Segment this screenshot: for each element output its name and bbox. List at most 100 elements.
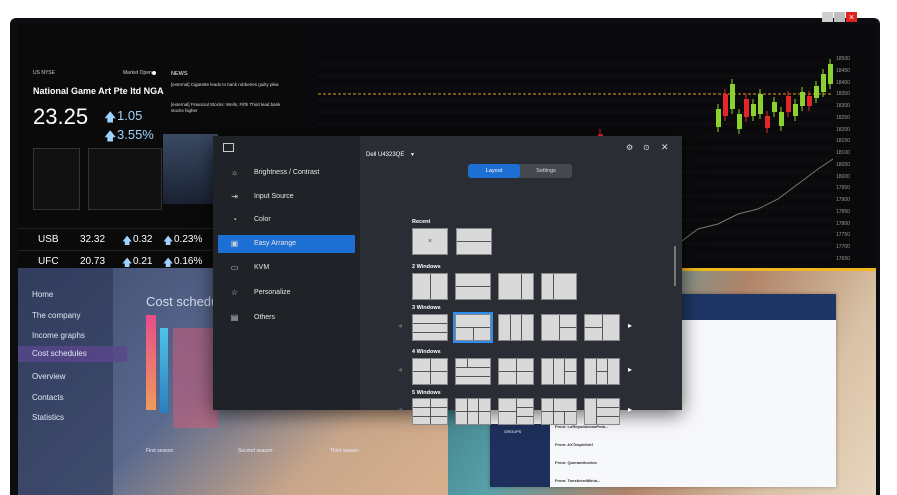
season-label: First season: [146, 448, 174, 454]
layout-tile[interactable]: [541, 358, 577, 385]
price-axis: 18500 18450 18400 18350 18300 18250 18200 18150…: [836, 56, 876, 268]
candle-body: [779, 112, 784, 126]
tile-divider: [516, 416, 533, 417]
page-title: Cost schedul: [146, 294, 222, 309]
message-item[interactable]: From: TonsfuerdMinia...: [555, 478, 600, 483]
axis-tick-label: 18300: [836, 103, 850, 109]
menu-item[interactable]: ▭ KVM: [218, 259, 355, 277]
tab-settings[interactable]: Settings: [520, 164, 572, 178]
tile-divider: [510, 315, 511, 340]
tile-divider: [413, 371, 447, 372]
scrollbar[interactable]: [674, 246, 676, 286]
minimize-icon[interactable]: [822, 12, 833, 22]
menu-item-label: Brightness / Contrast: [254, 169, 320, 176]
company-name: National Game Art Pte ltd NGA: [33, 86, 164, 96]
tile-divider: [473, 327, 474, 340]
news-item[interactable]: [external] Financial Stocks: Wells, Fift…: [171, 102, 291, 114]
layout-tile[interactable]: [412, 398, 448, 425]
layout-tile[interactable]: [584, 398, 620, 425]
layout-tile[interactable]: [541, 398, 577, 425]
trend-line: [677, 158, 834, 245]
tile-divider: [457, 241, 491, 242]
layout-tile[interactable]: [498, 358, 534, 385]
message-item[interactable]: From: Queramthovion: [555, 460, 597, 465]
layout-tile[interactable]: [412, 314, 448, 341]
ticker-change: 0.21: [133, 256, 153, 267]
nav-item[interactable]: Income graphs: [32, 331, 85, 340]
monitor-select[interactable]: Dell U4323QE ▼: [366, 152, 415, 158]
nav-item[interactable]: Home: [32, 290, 53, 299]
nav-item[interactable]: The company: [32, 311, 80, 320]
nav-item[interactable]: Overview: [32, 372, 65, 381]
tile-divider: [553, 274, 554, 299]
layout-tile[interactable]: [412, 273, 448, 300]
menu-item[interactable]: ▣ Easy Arrange: [218, 235, 355, 253]
news-item[interactable]: [external] Cigarette leads to bank robbe…: [171, 82, 291, 88]
layout-tile[interactable]: [453, 312, 493, 343]
layout-tile[interactable]: [412, 358, 448, 385]
close-icon[interactable]: ×: [846, 12, 857, 22]
menu-item[interactable]: ☼ Brightness / Contrast: [218, 164, 355, 182]
stock-price: 23.25: [33, 104, 89, 129]
axis-tick-label: 17650: [836, 255, 850, 262]
layout-tile[interactable]: [541, 314, 577, 341]
tile-divider: [516, 399, 517, 424]
tile-divider: [430, 274, 431, 299]
help-icon[interactable]: ⊙: [643, 143, 650, 152]
nav-item[interactable]: Statistics: [32, 413, 64, 422]
section-heading: 4 Windows: [412, 349, 441, 355]
chevron-right-icon[interactable]: ▸: [628, 321, 632, 330]
close-icon[interactable]: ✕: [661, 142, 669, 153]
menu-item-label: Easy Arrange: [254, 240, 297, 247]
tile-divider: [516, 407, 533, 408]
nav-item[interactable]: Cost schedules: [18, 345, 127, 362]
tile-divider: [564, 371, 576, 372]
axis-tick-label: 18400: [836, 79, 850, 86]
axis-tick-label: 18450: [836, 67, 850, 74]
menu-item[interactable]: ◔ Color: [218, 211, 355, 229]
layout-tile[interactable]: [584, 358, 620, 385]
mini-table: [33, 148, 80, 210]
layout-tile[interactable]: [498, 398, 534, 425]
candle-body: [751, 104, 756, 116]
menu-item[interactable]: ▤ Others: [218, 309, 355, 327]
layout-tile[interactable]: [498, 314, 534, 341]
tile-divider: [553, 399, 554, 424]
layout-tile[interactable]: [541, 273, 577, 300]
ticker-symbol: USB: [38, 234, 59, 245]
chevron-right-icon[interactable]: ▸: [628, 365, 632, 374]
layout-tile[interactable]: [456, 228, 492, 255]
message-item[interactable]: From: AXTeaplefuhf: [555, 442, 593, 447]
layout-tile[interactable]: [498, 273, 534, 300]
ticker-price: 20.73: [80, 256, 106, 267]
chevron-left-icon[interactable]: ◂: [398, 405, 402, 414]
layout-tile[interactable]: [455, 358, 491, 385]
axis-tick-label: 18000: [836, 173, 850, 180]
chevron-left-icon[interactable]: ◂: [398, 365, 402, 374]
ticker-price: 32.32: [80, 234, 106, 245]
menu-item[interactable]: ⇥ Input Source: [218, 188, 355, 206]
clear-recent-tile[interactable]: ×: [412, 228, 448, 255]
tab-layout[interactable]: Layout: [468, 164, 520, 178]
settings-gear-icon[interactable]: ⚙: [626, 143, 633, 152]
up-arrow-icon: 🡅: [104, 110, 117, 124]
chevron-right-icon[interactable]: ▸: [628, 405, 632, 414]
axis-tick-label: 17800: [836, 220, 850, 227]
tile-divider: [602, 315, 603, 340]
bar-cyan: [160, 328, 168, 413]
section-heading: 2 Windows: [412, 264, 441, 270]
section-heading: Recent: [412, 219, 431, 225]
candle-body: [765, 116, 770, 128]
axis-tick-label: 17700: [836, 244, 850, 250]
maximize-icon[interactable]: [834, 12, 845, 22]
chevron-left-icon[interactable]: ◂: [398, 321, 402, 330]
layout-tile[interactable]: [584, 314, 620, 341]
nav-item[interactable]: Contacts: [32, 393, 64, 402]
layout-tile[interactable]: [455, 273, 491, 300]
layout-tile[interactable]: [455, 398, 491, 425]
menu-item[interactable]: ☆ Personalize: [218, 284, 355, 302]
candle-body: [800, 92, 805, 106]
input-icon: ⇥: [231, 192, 238, 201]
stock-change: 1.05: [117, 108, 143, 123]
tile-divider: [413, 332, 447, 333]
